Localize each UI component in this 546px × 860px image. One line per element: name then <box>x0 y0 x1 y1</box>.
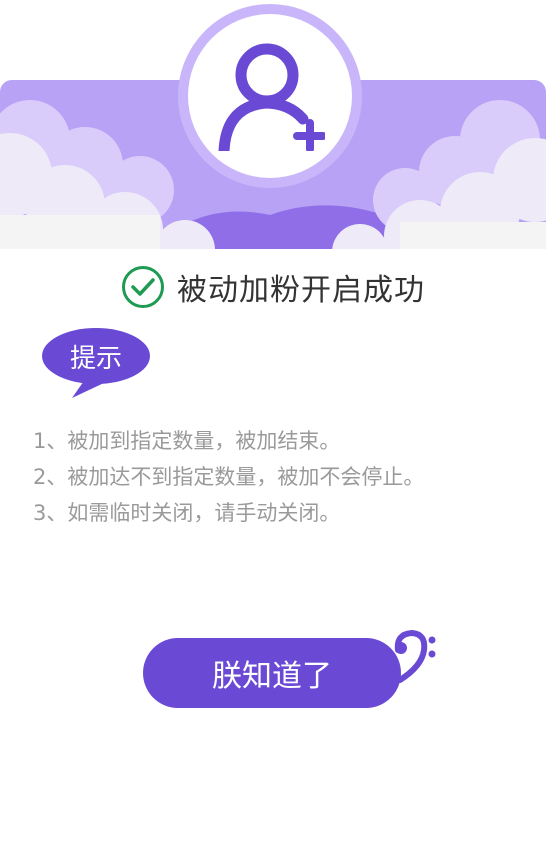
tip-item: 3、如需临时关闭，请手动关闭。 <box>33 501 341 525</box>
tip-label: 提示 <box>69 344 122 374</box>
dialog-header <box>0 0 546 250</box>
bass-clef-icon <box>394 629 436 683</box>
confirm-button[interactable]: 朕知道了 <box>143 638 401 708</box>
tips-list: 1、被加到指定数量，被加结束。 2、被加达不到指定数量，被加不会停止。 3、如需… <box>33 423 533 531</box>
tip-item: 1、被加到指定数量，被加结束。 <box>33 429 341 453</box>
check-circle-icon <box>122 266 164 308</box>
tip-item: 2、被加达不到指定数量，被加不会停止。 <box>33 465 425 489</box>
dialog-title: 被动加粉开启成功 <box>177 273 425 308</box>
tip-badge: 提示 <box>40 326 152 400</box>
confirm-button-label: 朕知道了 <box>212 659 332 694</box>
success-dialog: 被动加粉开启成功 提示 1、被加到指定数量，被加结束。 2、被加达不到指定数量，… <box>0 0 546 860</box>
title-row: 被动加粉开启成功 <box>0 264 546 310</box>
add-user-icon <box>218 43 325 151</box>
